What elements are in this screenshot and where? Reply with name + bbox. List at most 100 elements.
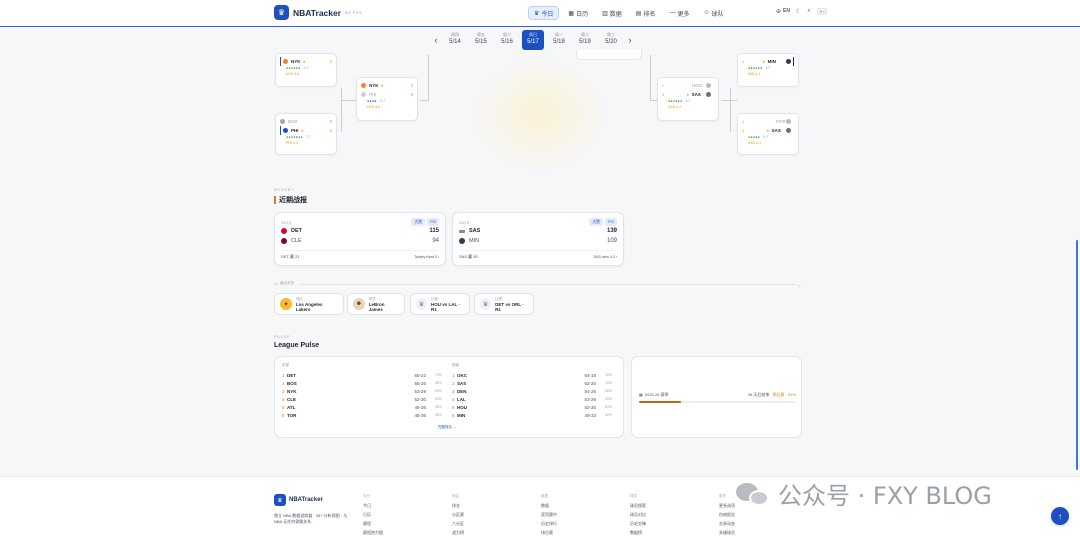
standings-row[interactable]: 2 SAS 62-20 76% (452, 379, 612, 387)
date-tab-active[interactable]: 周日 5/17 (522, 30, 544, 50)
game-card[interactable]: 05/16 大胜 PO DET 115 CLE 94 DET 赢 21 Tankey H… (274, 212, 446, 266)
game-team-row: DET 115 (281, 226, 439, 236)
footer-link[interactable]: 分区赛 (452, 512, 532, 521)
footer-link[interactable]: 历史交锋 (630, 521, 710, 530)
series-status: NYK 4-2 (286, 72, 300, 76)
date-tab[interactable]: 周六 5/16 (496, 30, 518, 50)
standings-row[interactable]: 1 OKC 64-18 78% (452, 371, 612, 379)
date-tab[interactable]: 周三 5/20 (600, 30, 622, 50)
section-kicker: RECENT (274, 188, 295, 192)
date-tab[interactable]: 周四 5/14 (444, 30, 466, 50)
game-tag: 大胜 (589, 218, 604, 226)
theme-moon-icon[interactable]: ☾ (796, 8, 801, 15)
series-team-row: 4 ★ SAS (742, 126, 794, 135)
standings-row[interactable]: 4 LAL 53-29 65% (452, 395, 612, 403)
footer-link[interactable]: 数据 (541, 503, 621, 512)
finals-card-edge (576, 50, 642, 60)
standings-row[interactable]: 4 CLE 52-30 63% (282, 395, 442, 403)
nav-today[interactable]: ♛ 今日 (528, 6, 560, 20)
scroll-to-top-button[interactable]: ↑ (1051, 507, 1069, 525)
globe-icon[interactable]: ⊕ (776, 8, 781, 15)
footer-link[interactable]: 今日 (363, 503, 443, 512)
footer-link[interactable]: 六分区 (452, 521, 532, 530)
series-card[interactable]: 1 POR 4 ★ SAS ●●●●● 5/7 SAS 4-1 (737, 113, 799, 155)
star-icon: ★ (766, 128, 770, 133)
bar-chart-icon: ▥ (602, 10, 608, 17)
standings-row[interactable]: 6 TOR 46-36 56% (282, 411, 442, 419)
footer-link[interactable]: 关键球员 (719, 530, 799, 539)
footer-link[interactable]: 赛程 (363, 521, 443, 530)
standings-row[interactable]: 6 MIN 49-33 60% (452, 411, 612, 419)
nav-standings[interactable]: ▤ 排名 (631, 6, 661, 20)
footer-link[interactable]: 数据榜 (630, 530, 710, 539)
arrow-up-icon: ↑ (1058, 511, 1062, 521)
search-shortcut[interactable]: ⌘K (816, 8, 828, 15)
full-standings-link[interactable]: 完整排名 → (438, 425, 456, 430)
footer-link[interactable]: 赛程热力图 (363, 530, 443, 539)
nav-stats[interactable]: ▥ 数据 (597, 6, 627, 20)
game-team-row: MIN 109 (459, 236, 617, 246)
footer-column: 球员 球员搜索 球员对比 历史交锋 数据榜 (630, 494, 710, 539)
footer-link[interactable]: 日历 (363, 512, 443, 521)
standings-row[interactable]: 3 DEN 54-28 66% (452, 387, 612, 395)
language-toggle[interactable]: EN (783, 8, 790, 15)
team-logo (786, 128, 791, 133)
bracket-connector (650, 55, 651, 101)
standings-row[interactable]: 1 DET 60-22 73% (282, 371, 442, 379)
nav-tools: ⊕ EN ☾ ⌕ ⌘K (776, 8, 828, 15)
series-card[interactable]: NYK ★ 4 ●●●●●● 4/7 NYK 4-2 (275, 53, 337, 87)
top-nav-bar: ♛ NBATracker BY FXY ♛ 今日 ▦ 日历 ▥ 数据 ▤ 排名 — 更多 … (0, 0, 1080, 27)
standings-row[interactable]: 2 BOS 56-26 68% (282, 379, 442, 387)
prev-day-arrow-icon[interactable]: ‹ (432, 35, 440, 45)
trophy-icon: ♛ (416, 298, 428, 310)
search-icon[interactable]: ⌕ (807, 8, 810, 15)
nav-teams[interactable]: ☺ 球队 (698, 6, 728, 20)
standings-row[interactable]: 5 ATL 46-36 56% (282, 403, 442, 411)
series-card[interactable]: 4 ★ MIN ●●●●●● 6/7 MIN 4-2 (737, 53, 799, 87)
series-card[interactable]: 2 HOU 4 ★ SAS ●●●●●● 6/7 SAS 4-2 (657, 77, 719, 121)
trophy-icon: ♛ (274, 494, 286, 506)
footer-link[interactable]: 战力榜 (452, 530, 532, 539)
recent-view-chip[interactable]: ✦ 球队 Los Angeles Lakers (274, 293, 344, 315)
footer-brand[interactable]: ♛ NBATracker (274, 494, 323, 506)
recent-view-chip[interactable]: ♛ 比赛 HOU vs LAL · R1 (410, 293, 470, 315)
west-standings: 西部 1 OKC 64-18 78% 2 SAS 62-20 76% 3 DEN 54-28 66% 4… (452, 363, 612, 419)
date-tab[interactable]: 周五 5/15 (470, 30, 492, 50)
scrollbar[interactable] (1076, 240, 1078, 470)
date-tab[interactable]: 周一 5/18 (548, 30, 570, 50)
footer-link[interactable]: 球员搜索 (630, 503, 710, 512)
footer-link[interactable]: 历史排行 (541, 521, 621, 530)
footer-link[interactable]: 排名 (452, 503, 532, 512)
series-team-row: NYK ★ 4 (361, 81, 413, 90)
standings-row[interactable]: 3 NYK 53-29 65% (282, 387, 442, 395)
brand-logo[interactable]: ♛ NBATracker BY FXY (274, 5, 362, 20)
game-card[interactable]: 05/15 大胜 PO SAS 139 MIN 109 SAS 赢 30 SAS win… (452, 212, 624, 266)
team-logo (361, 92, 366, 97)
recent-view-chip[interactable]: ♛ 比赛 DET vs ORL · R1 (474, 293, 534, 315)
bracket-connector (420, 100, 428, 101)
series-card[interactable]: BOS 3 PHI ★ 4 ●●●●●●● 7/7 PHI 4-3 (275, 113, 337, 155)
recent-view-chip[interactable]: ☻ 球员 LeBron James (347, 293, 405, 315)
footer-link[interactable]: 伤病报告 (719, 512, 799, 521)
next-day-arrow-icon[interactable]: › (626, 35, 634, 45)
trophy-icon: ♛ (534, 10, 540, 17)
footer-link[interactable]: 交易动态 (719, 521, 799, 530)
bracket-connector (341, 100, 356, 101)
player-avatar: ☻ (353, 298, 365, 310)
standings-card: 东部 1 DET 60-22 73% 2 BOS 56-26 68% 3 NYK 53-29 65% 4… (274, 356, 624, 438)
footer-link[interactable]: 奖项赛中 (541, 512, 621, 521)
game-detail-link[interactable]: SAS wins 4-2 › (594, 255, 617, 259)
team-logo (280, 119, 285, 124)
nav-more[interactable]: — 更多 (664, 6, 694, 20)
game-card-footer: DET 赢 21 Tankey Hard 3 › (281, 250, 439, 260)
finals-glow (470, 55, 610, 175)
nav-calendar[interactable]: ▦ 日历 (563, 6, 593, 20)
footer-column: 数据 数据 奖项赛中 历史排行 排位赛 (541, 494, 621, 539)
standings-row[interactable]: 5 HOU 52-30 63% (452, 403, 612, 411)
date-tab[interactable]: 周二 5/19 (574, 30, 596, 50)
game-card-header: 05/15 大胜 PO (459, 218, 617, 226)
footer-link[interactable]: 球员对比 (630, 512, 710, 521)
game-detail-link[interactable]: Tankey Hard 3 › (414, 255, 439, 259)
series-card[interactable]: NYK ★ 4 PHI 0 ●●●● 4/7 NYK 4-0 (356, 77, 418, 121)
footer-link[interactable]: 排位赛 (541, 530, 621, 539)
